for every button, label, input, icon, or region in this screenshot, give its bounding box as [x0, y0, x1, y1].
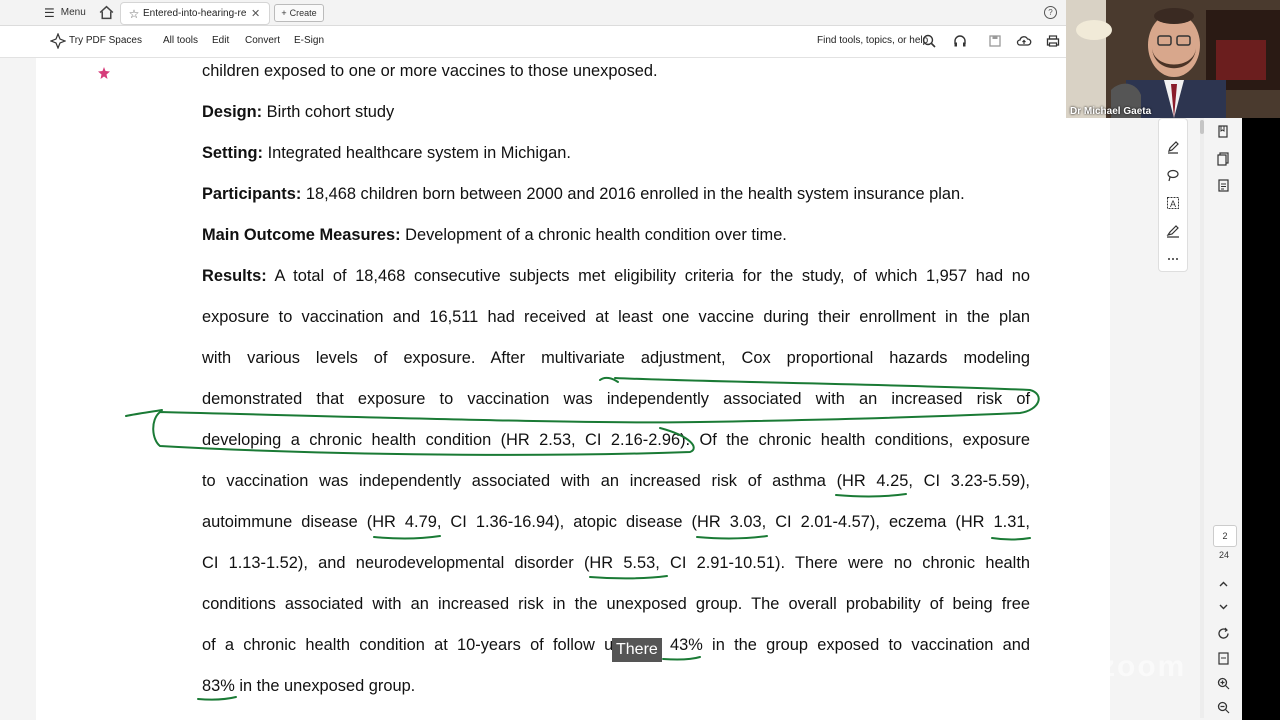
- results-line-8: CI 1.13-1.52), and neurodevelopmental di…: [202, 554, 1030, 572]
- try-pdf-spaces-button[interactable]: Try PDF Spaces: [69, 35, 142, 46]
- all-tools-button[interactable]: All tools: [163, 35, 198, 46]
- help-icon[interactable]: ?: [1044, 6, 1057, 19]
- left-rail: [0, 58, 50, 720]
- menu-label: Menu: [60, 7, 86, 18]
- chevron-down-icon[interactable]: [1216, 599, 1231, 614]
- document-panel-icon[interactable]: [1216, 178, 1231, 193]
- intro-line: children exposed to one or more vaccines…: [202, 62, 658, 80]
- results-line-7: autoimmune disease (HR 4.79, CI 1.36-16.…: [202, 513, 1030, 531]
- results-label: Results:: [202, 267, 267, 285]
- document-text: children exposed to one or more vaccines…: [202, 58, 1030, 707]
- video-frame: [1066, 0, 1280, 118]
- create-button[interactable]: + Create: [274, 4, 324, 22]
- scrollbar-thumb[interactable]: [1200, 120, 1204, 134]
- results-line-9: conditions associated with an increased …: [202, 595, 1030, 613]
- design-row: Design: Birth cohort study: [202, 92, 1030, 133]
- zoom-in-icon[interactable]: [1216, 676, 1231, 691]
- document-tab[interactable]: ☆ Entered-into-hearing-re... ✕: [120, 2, 270, 25]
- participant-name: Dr Michael Gaeta: [1070, 106, 1152, 117]
- hamburger-icon: ☰: [44, 5, 55, 20]
- find-tools-search[interactable]: Find tools, topics, or help: [817, 35, 928, 46]
- design-label: Design:: [202, 103, 263, 121]
- text-box-icon[interactable]: A: [1166, 196, 1180, 210]
- save-icon[interactable]: [987, 33, 1003, 49]
- spaces-icon: [50, 33, 66, 49]
- outcome-text: Development of a chronic health conditio…: [400, 226, 787, 244]
- live-caption: There: [612, 638, 662, 662]
- edit-button[interactable]: Edit: [212, 35, 229, 46]
- current-page-input[interactable]: 2: [1213, 525, 1237, 547]
- menu-button[interactable]: ☰ Menu: [44, 4, 86, 21]
- plus-icon: +: [281, 8, 287, 18]
- more-tools-icon[interactable]: [1166, 252, 1180, 266]
- zoom-out-icon[interactable]: [1216, 700, 1231, 715]
- participants-label: Participants:: [202, 185, 302, 203]
- highlight-pen-icon[interactable]: [1166, 140, 1180, 154]
- results-line-4: demonstrated that exposure to vaccinatio…: [202, 390, 1030, 408]
- outcome-label: Main Outcome Measures:: [202, 226, 401, 244]
- results-line-5: developing a chronic health condition (H…: [202, 431, 1030, 449]
- zoom-watermark: zoom: [1100, 650, 1187, 683]
- cloud-upload-icon[interactable]: [1016, 33, 1032, 49]
- fit-page-icon[interactable]: [1216, 651, 1231, 666]
- participants-text: 18,468 children born between 2000 and 20…: [301, 185, 965, 203]
- sign-icon[interactable]: [1166, 224, 1180, 238]
- screen-edge: [1242, 118, 1280, 720]
- setting-text: Integrated healthcare system in Michigan…: [263, 144, 571, 162]
- setting-label: Setting:: [202, 144, 264, 162]
- results-line-11: 83% in the unexposed group.: [202, 677, 416, 695]
- lasso-draw-icon[interactable]: [1166, 168, 1180, 182]
- convert-button[interactable]: Convert: [245, 35, 280, 46]
- close-tab-icon[interactable]: ✕: [251, 7, 260, 20]
- star-icon[interactable]: ☆: [125, 7, 143, 21]
- results-text: A total of 18,468 consecutive subjects m…: [266, 267, 1030, 285]
- refresh-icon[interactable]: [1216, 626, 1231, 641]
- outcome-row: Main Outcome Measures: Development of a …: [202, 215, 1030, 256]
- quick-tools-panel: A: [1158, 118, 1188, 272]
- tab-title: Entered-into-hearing-re...: [143, 8, 247, 19]
- video-feed: Dr Michael Gaeta: [1066, 0, 1280, 118]
- esign-button[interactable]: E-Sign: [294, 35, 324, 46]
- svg-text:A: A: [1170, 199, 1176, 209]
- home-icon[interactable]: [98, 4, 115, 21]
- comment-pin-icon[interactable]: [98, 67, 110, 79]
- design-text: Birth cohort study: [262, 103, 395, 121]
- setting-row: Setting: Integrated healthcare system in…: [202, 133, 1030, 174]
- participants-row: Participants: 18,468 children born betwe…: [202, 174, 1030, 215]
- results-line-6: to vaccination was independently associa…: [202, 472, 1030, 490]
- pages-panel-icon[interactable]: [1216, 151, 1231, 166]
- page-left-margin: [36, 58, 121, 720]
- scrollbar-track[interactable]: [1200, 118, 1204, 718]
- results-line-1: Results: A total of 18,468 consecutive s…: [202, 256, 1030, 297]
- total-pages: 24: [1218, 550, 1229, 560]
- print-icon[interactable]: [1045, 33, 1061, 49]
- results-line-2: exposure to vaccination and 16,511 had r…: [202, 308, 1030, 326]
- bookmark-panel-icon[interactable]: [1216, 124, 1231, 139]
- chevron-up-icon[interactable]: [1216, 577, 1231, 592]
- create-label: Create: [289, 8, 317, 18]
- search-icon[interactable]: [921, 33, 937, 49]
- results-line-3: with various levels of exposure. After m…: [202, 349, 1030, 367]
- headphones-icon[interactable]: [952, 33, 968, 49]
